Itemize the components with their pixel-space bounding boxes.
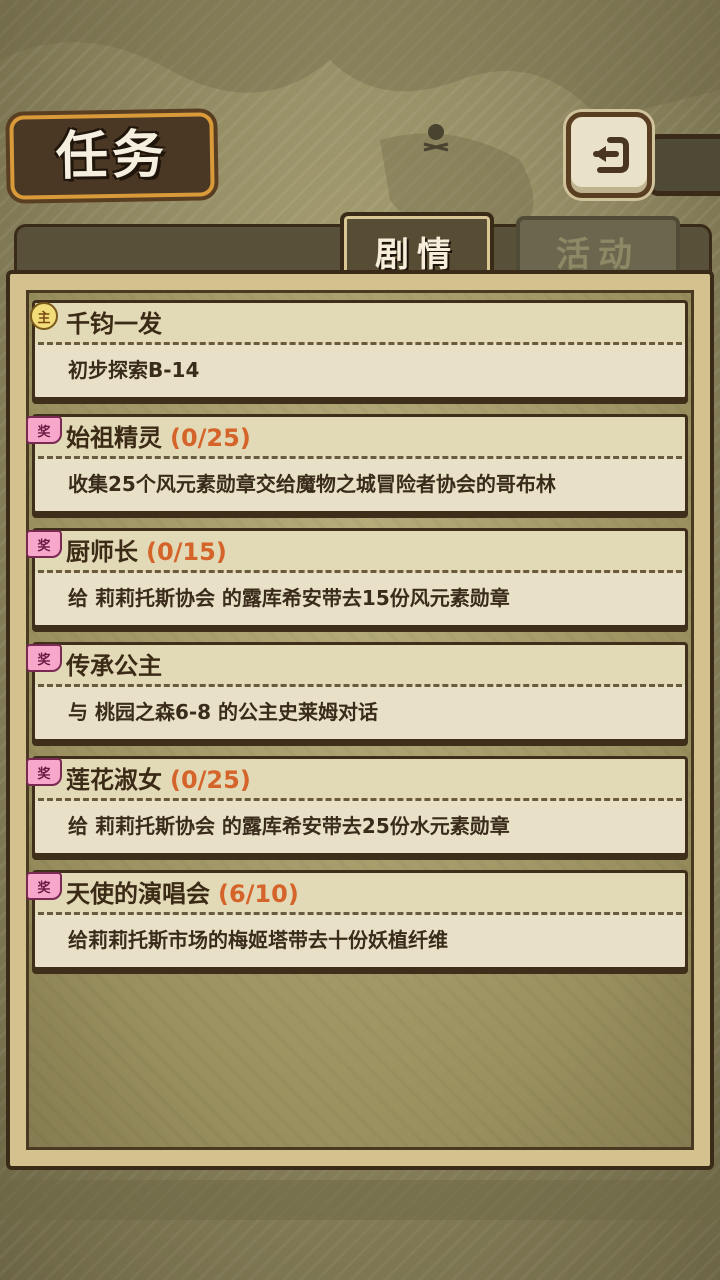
quest-title: 天使的演唱会 (6/10) <box>66 880 299 908</box>
quest-description: 收集25个风元素勋章交给魔物之城冒险者协会的哥布林 <box>68 472 556 496</box>
quest-item[interactable]: 奖 始祖精灵 (0/25) 收集25个风元素勋章交给魔物之城冒险者协会的哥布林 <box>26 414 688 514</box>
quest-description: 与 桃园之森6-8 的公主史莱姆对话 <box>68 700 379 724</box>
main-quest-badge-icon: 主 <box>30 302 58 330</box>
pirate-flag-icon <box>423 124 449 152</box>
quest-item[interactable]: 奖 莲花淑女 (0/25) 给 莉莉托斯协会 的露库希安带去25份水元素勋章 <box>26 756 688 856</box>
quest-divider <box>38 684 682 687</box>
tab-events-label: 活动 <box>556 234 640 275</box>
quest-title: 厨师长 (0/15) <box>66 538 227 566</box>
side-quest-badge-icon: 奖 <box>26 644 62 672</box>
quest-divider <box>38 570 682 573</box>
quest-description: 初步探索B-14 <box>68 358 200 382</box>
quest-title: 始祖精灵 (0/25) <box>66 424 251 452</box>
quest-divider <box>38 912 682 915</box>
side-quest-badge-icon: 奖 <box>26 416 62 444</box>
quest-title: 传承公主 <box>66 652 162 680</box>
side-quest-badge-icon: 奖 <box>26 872 62 900</box>
quest-progress: (0/25) <box>170 424 251 452</box>
quest-divider <box>38 456 682 459</box>
page-title-plate: 任务 <box>13 116 211 196</box>
quest-item[interactable]: 奖 厨师长 (0/15) 给 莉莉托斯协会 的露库希安带去15份风元素勋章 <box>26 528 688 628</box>
back-arrow-icon <box>593 137 629 173</box>
quest-description: 给莉莉托斯市场的梅姬塔带去十份妖植纤维 <box>68 928 448 952</box>
quest-item[interactable]: 奖 天使的演唱会 (6/10) 给莉莉托斯市场的梅姬塔带去十份妖植纤维 <box>26 870 688 970</box>
back-button[interactable] <box>566 112 652 198</box>
quest-item[interactable]: 奖 传承公主 与 桃园之森6-8 的公主史莱姆对话 <box>26 642 688 742</box>
side-quest-badge-icon: 奖 <box>26 530 62 558</box>
tab-story-label: 剧情 <box>375 234 459 275</box>
quest-description: 给 莉莉托斯协会 的露库希安带去15份风元素勋章 <box>68 586 510 610</box>
quest-progress: (6/10) <box>218 880 299 908</box>
page-title: 任务 <box>55 124 169 187</box>
quest-title: 千钧一发 <box>66 310 162 338</box>
quest-title: 莲花淑女 (0/25) <box>66 766 251 794</box>
bottom-decoration <box>0 1180 720 1220</box>
side-quest-badge-icon: 奖 <box>26 758 62 786</box>
quest-progress: (0/25) <box>170 766 251 794</box>
quest-item[interactable]: 主 千钧一发 初步探索B-14 <box>30 300 688 400</box>
quest-divider <box>38 798 682 801</box>
quest-progress: (0/15) <box>146 538 227 566</box>
quest-description: 给 莉莉托斯协会 的露库希安带去25份水元素勋章 <box>68 814 510 838</box>
quest-divider <box>38 342 682 345</box>
back-button-rail <box>648 134 720 196</box>
